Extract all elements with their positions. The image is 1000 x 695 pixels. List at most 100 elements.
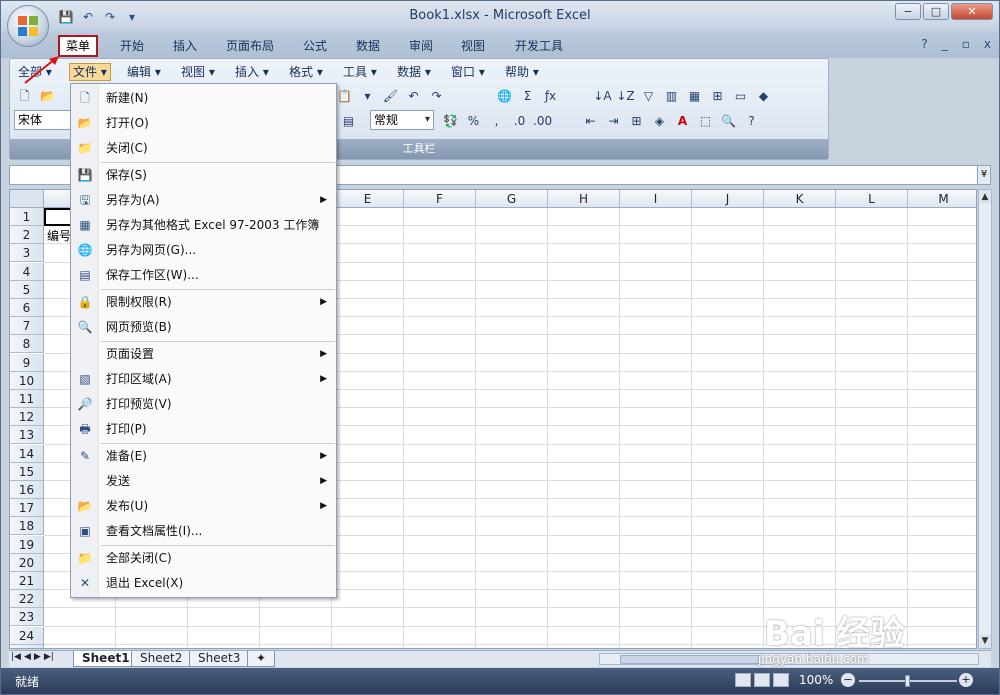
menu-tools[interactable]: 工具 ▾ [343,63,377,81]
tab-formulas[interactable]: 公式 [297,35,333,57]
file-menu-item[interactable]: 🔒 限制权限(R) ▶ [71,290,336,315]
currency-icon[interactable]: 💱 [440,111,461,131]
paste-special-icon[interactable]: ▾ [357,86,378,106]
column-header-m[interactable]: M [908,190,976,208]
sheet-tab-1[interactable]: Sheet1 [73,651,139,667]
increase-decimal-icon[interactable]: .0 [509,111,530,131]
help-icon[interactable]: ? [921,37,927,51]
row-header[interactable]: 11 [10,390,44,408]
zoom-out-icon[interactable]: − [841,673,855,687]
file-menu-item[interactable]: 🔎 打印预览(V) [71,392,336,417]
row-header[interactable]: 20 [10,553,44,572]
row-header[interactable]: 16 [10,481,44,499]
row-header[interactable]: 5 [10,280,44,299]
tab-review[interactable]: 审阅 [403,35,439,57]
zoom-slider-knob[interactable] [905,675,910,687]
menu-view[interactable]: 视图 ▾ [181,63,215,81]
file-menu-item[interactable]: 🔍 网页预览(B) [71,315,336,340]
next-sheet-icon[interactable]: ▶ [34,652,41,662]
row-header[interactable]: 18 [10,517,44,536]
insert-sheet-icon[interactable]: ✦ [247,651,275,667]
row-header[interactable]: 1 [10,208,44,226]
tab-data[interactable]: 数据 [350,35,386,57]
column-header-g[interactable]: G [476,190,548,208]
paste-icon[interactable]: 📋 [334,86,355,106]
style-icon[interactable]: ▭ [730,86,751,106]
expand-formula-bar-icon[interactable]: ¥ [977,165,991,185]
borders-icon[interactable]: ⊞ [626,111,647,131]
file-menu-item[interactable]: 🌐 另存为网页(G)... [71,238,336,263]
scroll-up-icon[interactable]: ▲ [979,190,991,204]
row-header[interactable]: 7 [10,317,44,336]
menu-edit[interactable]: 编辑 ▾ [127,63,161,81]
help-toolbar-icon[interactable]: ? [741,111,762,131]
select-all-icon[interactable]: ⬚ [695,111,716,131]
row-header[interactable]: 4 [10,262,44,281]
row-header[interactable]: 9 [10,353,44,372]
menu-insert[interactable]: 插入 ▾ [235,63,269,81]
cell-a2[interactable]: 编号 [47,227,71,245]
last-sheet-icon[interactable]: ▶| [44,652,54,662]
file-menu-item[interactable]: 🖶 打印(P) [71,417,336,442]
percent-icon[interactable]: % [463,111,484,131]
file-menu-item[interactable]: 📂 打开(O) [71,111,336,136]
sheet-tab-3[interactable]: Sheet3 [189,651,250,667]
column-header-j[interactable]: J [692,190,764,208]
file-menu-item[interactable]: 🖫 另存为(A) ▶ [71,188,336,213]
file-menu-item[interactable]: ✕ 退出 Excel(X) [71,571,336,596]
filter-icon[interactable]: ▽ [638,86,659,106]
open-file-icon[interactable]: 📂 [37,86,58,106]
tab-insert[interactable]: 插入 [167,35,203,57]
normal-view-icon[interactable] [735,673,751,687]
table-icon[interactable]: ⊞ [707,86,728,106]
insert-function-icon[interactable]: ƒx [540,86,561,106]
zoom-slider[interactable] [859,675,957,687]
column-header-l[interactable]: L [836,190,908,208]
row-header[interactable]: 15 [10,462,44,481]
prev-sheet-icon[interactable]: ◀ [24,652,31,662]
file-menu-item[interactable]: ▦ 另存为其他格式 Excel 97-2003 工作簿 [71,213,336,238]
row-header[interactable]: 14 [10,444,44,463]
redo-toolbar-icon[interactable]: ↷ [426,86,447,106]
sort-descending-icon[interactable]: ↓Z [615,86,636,106]
format-painter-icon[interactable]: 🖌 [380,86,401,106]
page-layout-view-icon[interactable] [754,673,770,687]
menu-window[interactable]: 窗口 ▾ [451,63,485,81]
chart-icon[interactable]: ▥ [661,86,682,106]
row-header[interactable]: 19 [10,535,44,554]
tab-home[interactable]: 开始 [114,35,150,57]
menu-help[interactable]: 帮助 ▾ [505,63,539,81]
column-header-f[interactable]: F [404,190,476,208]
file-menu-item[interactable]: 📁 关闭(C) [71,136,336,161]
column-header-e[interactable]: E [332,190,404,208]
zoom-level[interactable]: 100% [799,673,833,687]
ribbon-close-button[interactable]: x [984,37,991,51]
font-color-icon[interactable]: A [672,111,693,131]
new-file-icon[interactable]: 🗋 [14,86,35,106]
menu-data[interactable]: 数据 ▾ [397,63,431,81]
minimize-button[interactable]: − [895,3,921,20]
select-all-corner[interactable] [10,190,44,208]
horizontal-scroll-thumb[interactable] [620,655,760,664]
file-menu-item[interactable]: 🗋 新建(N) [71,86,336,111]
tab-menu[interactable]: 菜单 [58,35,99,57]
file-menu-item[interactable]: ▣ 查看文档属性(I)... [71,519,336,544]
hyperlink-icon[interactable]: 🌐 [494,86,515,106]
menu-format[interactable]: 格式 ▾ [289,63,323,81]
autosum-icon[interactable]: Σ [517,86,538,106]
vertical-scrollbar[interactable]: ▲ ▼ [978,189,992,649]
undo-toolbar-icon[interactable]: ↶ [403,86,424,106]
sort-ascending-icon[interactable]: ↓A [592,86,613,106]
column-header-i[interactable]: I [620,190,692,208]
file-menu-item[interactable]: 💾 保存(S) [71,163,336,188]
ribbon-restore-button[interactable]: ▫ [962,37,970,51]
tab-view[interactable]: 视图 [455,35,491,57]
column-header-k[interactable]: K [764,190,836,208]
row-header[interactable]: 25 [10,644,44,648]
sheet-tab-2[interactable]: Sheet2 [131,651,192,667]
row-header[interactable]: 22 [10,590,44,609]
row-header[interactable]: 10 [10,371,44,390]
maximize-button[interactable]: □ [923,3,949,20]
wrap-text-icon[interactable]: ▤ [338,111,359,131]
pivot-icon[interactable]: ▦ [684,86,705,106]
